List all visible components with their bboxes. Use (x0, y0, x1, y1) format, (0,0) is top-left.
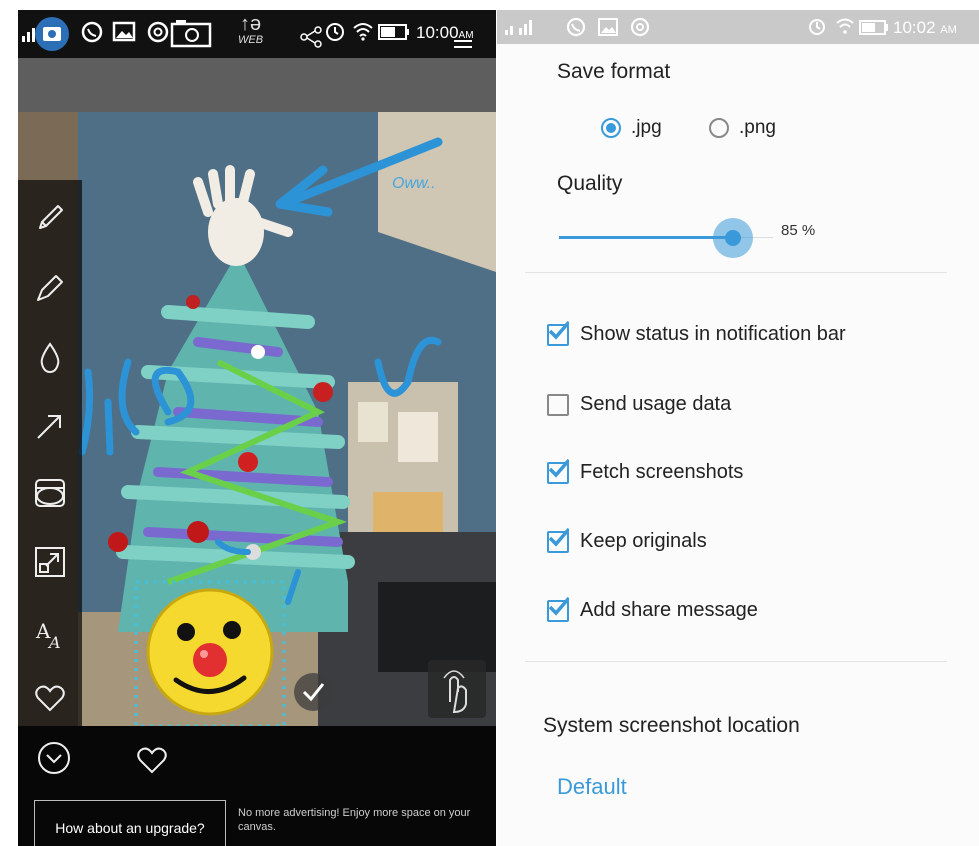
canvas-photo[interactable]: Oww.. (18, 112, 496, 726)
upload-glyph: ↑ə (239, 13, 262, 35)
checkbox-keep-originals-label[interactable]: Keep originals (580, 530, 707, 553)
editor-panel: ↑ə WEB 10:00AM Oww.. A A How about an up… (18, 10, 496, 846)
share-icon (300, 26, 322, 48)
blur-drop-icon[interactable] (32, 340, 68, 376)
stamp-icon[interactable] (32, 476, 68, 512)
time-value: 10:02 (893, 18, 936, 37)
time-value: 10:00 (416, 23, 459, 42)
at-icon (630, 17, 650, 37)
screenshot-location-label: System screenshot location (543, 714, 800, 737)
bottom-bar: How about an upgrade? No more advertisin… (18, 726, 496, 846)
status-time: 10:02 AM (893, 18, 957, 38)
svg-text:A: A (47, 633, 61, 652)
signal-icon (22, 28, 35, 42)
collapse-icon[interactable] (36, 740, 72, 776)
ad-text: No more advertising! Enjoy more space on… (238, 807, 471, 833)
quality-value: 85 % (781, 222, 816, 239)
confirm-check-icon[interactable] (294, 673, 332, 711)
radio-jpg-label[interactable]: .jpg (631, 117, 662, 139)
favorite-icon[interactable] (134, 742, 170, 776)
signal-icon (505, 20, 532, 35)
screenshot-location-value[interactable]: Default (557, 774, 627, 800)
alarm-icon (326, 23, 344, 41)
checkbox-share-message-label[interactable]: Add share message (580, 599, 758, 622)
at-icon (147, 21, 169, 43)
divider (525, 661, 947, 662)
check-icon (548, 527, 569, 547)
text-size-icon[interactable]: A A (32, 616, 68, 652)
whatsapp-icon (81, 21, 103, 43)
heart-icon[interactable] (32, 680, 68, 716)
check-icon (548, 320, 569, 340)
quality-label: Quality (557, 172, 623, 195)
check-icon (548, 596, 569, 616)
save-format-label: Save format (557, 60, 671, 83)
web-label: ↑ə WEB (238, 14, 264, 47)
quality-slider-thumb[interactable] (725, 230, 741, 246)
arrow-icon[interactable] (32, 408, 68, 444)
tool-strip: A A (18, 180, 82, 728)
checkbox-show-status-label[interactable]: Show status in notification bar (580, 323, 846, 346)
whatsapp-icon (566, 17, 586, 37)
checkbox-show-status[interactable] (547, 320, 569, 346)
touch-icon[interactable] (428, 660, 486, 718)
gallery-icon (598, 18, 618, 36)
marker-icon[interactable] (32, 270, 68, 306)
upgrade-button[interactable]: How about an upgrade? (34, 800, 226, 846)
checkbox-share-message[interactable] (547, 596, 569, 622)
status-bar: ↑ə WEB 10:00AM (18, 10, 496, 58)
photo-drawing: Oww.. (18, 112, 496, 726)
checkbox-usage-data[interactable] (547, 394, 569, 416)
wifi-icon (353, 23, 373, 41)
resize-icon[interactable] (32, 544, 68, 580)
annotation-text: Oww.. (392, 175, 436, 192)
time-ampm: AM (940, 24, 957, 36)
battery-icon (859, 20, 888, 35)
menu-icon[interactable] (454, 38, 474, 52)
status-bar: 10:02 AM (497, 10, 979, 44)
camera-icon (170, 20, 212, 48)
battery-icon (378, 24, 409, 40)
quality-slider-track[interactable] (559, 236, 733, 239)
alarm-icon (809, 19, 825, 35)
web-text: WEB (238, 34, 264, 46)
checkbox-fetch-screenshots[interactable] (547, 458, 569, 484)
checkbox-keep-originals[interactable] (547, 527, 569, 553)
settings-panel: 10:02 AM Save format .jpg .png Quality 8… (497, 10, 979, 846)
checkbox-usage-data-label[interactable]: Send usage data (580, 393, 731, 416)
divider (525, 272, 947, 273)
gallery-icon (112, 21, 136, 42)
radio-png[interactable] (709, 118, 729, 138)
wifi-icon (836, 18, 854, 34)
pencil-icon[interactable] (32, 200, 68, 236)
radio-jpg[interactable] (601, 118, 621, 138)
clown-smiley-sticker[interactable] (146, 588, 274, 716)
checkbox-fetch-screenshots-label[interactable]: Fetch screenshots (580, 461, 743, 484)
check-icon (548, 458, 569, 478)
radio-png-label[interactable]: .png (739, 117, 776, 139)
